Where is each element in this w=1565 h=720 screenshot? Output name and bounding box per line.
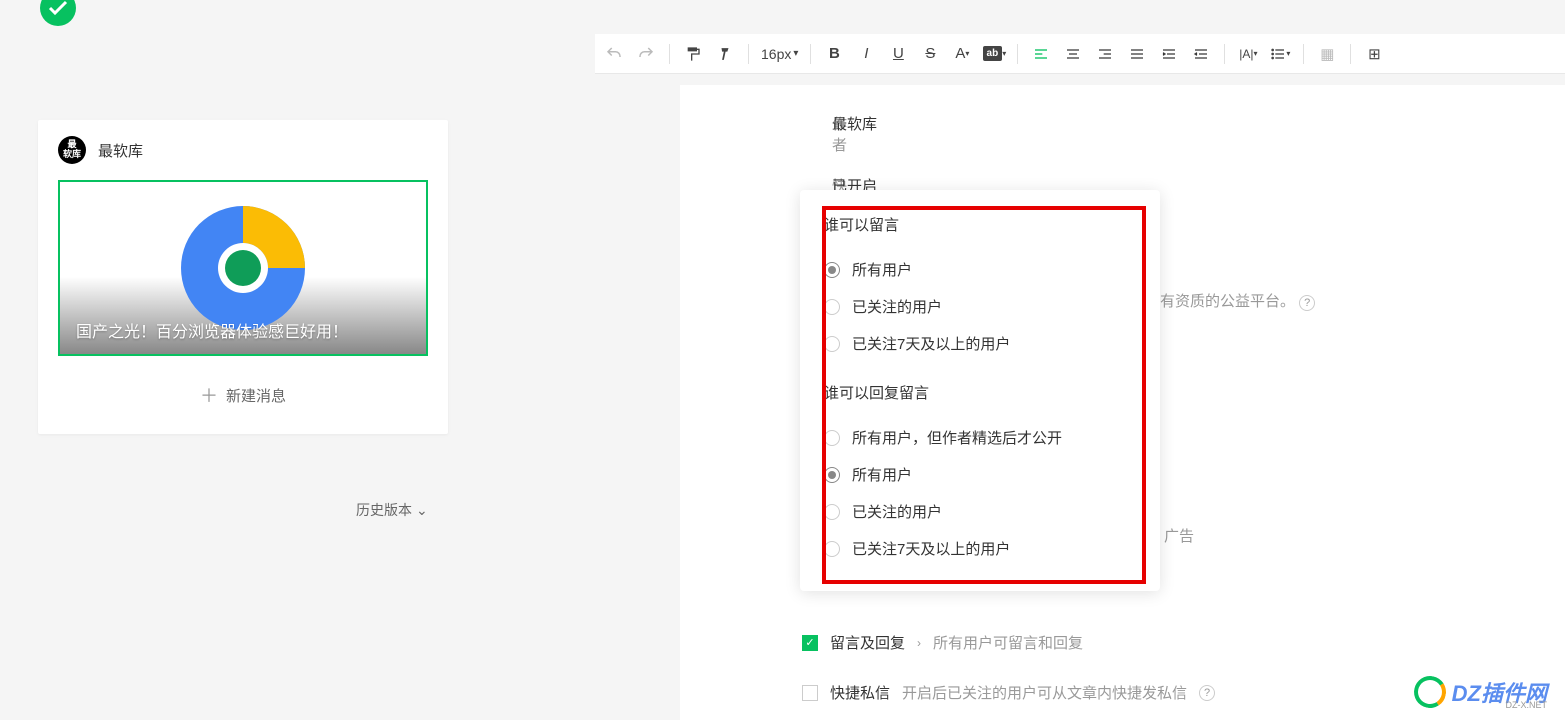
history-label: 历史版本 xyxy=(356,500,412,520)
who-reply-option-1[interactable]: 所有用户 xyxy=(824,456,1136,493)
separator xyxy=(1303,44,1304,64)
who-comment-option-1[interactable]: 已关注的用户 xyxy=(824,288,1136,325)
radio-icon xyxy=(824,336,840,352)
editor-toolbar: 16px ▾ B I U S A▾ ab▾ |A|▾ ▾ ▦ ⊞ xyxy=(595,34,1565,74)
quick-dm-setting-row[interactable]: 快捷私信 开启后已关注的用户可从文章内快捷发私信 ? xyxy=(802,682,1215,703)
side-text-ad: 广告 xyxy=(1164,525,1194,546)
separator xyxy=(669,44,670,64)
fontsize-select[interactable]: 16px ▾ xyxy=(757,46,802,62)
check-icon: ✓ xyxy=(805,636,814,649)
watermark: DZ插件网 DZ-X.NET xyxy=(1414,676,1547,708)
help-icon[interactable]: ? xyxy=(1199,685,1215,701)
radio-label: 已关注7天及以上的用户 xyxy=(852,333,1010,354)
separator xyxy=(810,44,811,64)
list-button[interactable]: ▾ xyxy=(1265,39,1295,69)
redo-button[interactable] xyxy=(631,39,661,69)
undo-button[interactable] xyxy=(599,39,629,69)
comment-desc: 所有用户可留言和回复 xyxy=(933,632,1083,653)
radio-label: 已关注的用户 xyxy=(852,501,942,522)
radio-icon xyxy=(824,430,840,446)
who-comment-option-0[interactable]: 所有用户 xyxy=(824,251,1136,288)
indent-button[interactable] xyxy=(1154,39,1184,69)
author-avatar: 最软库 xyxy=(58,136,86,164)
who-reply-option-0[interactable]: 所有用户，但作者精选后才公开 xyxy=(824,419,1136,456)
separator xyxy=(1350,44,1351,64)
radio-icon xyxy=(824,262,840,278)
font-color-button[interactable]: A▾ xyxy=(947,39,977,69)
comment-settings-popup: 谁可以留言 所有用户已关注的用户已关注7天及以上的用户 谁可以回复留言 所有用户… xyxy=(800,190,1160,591)
radio-label: 已关注7天及以上的用户 xyxy=(852,538,1010,559)
meta-author-label: 作者 xyxy=(680,113,832,155)
radio-label: 所有用户，但作者精选后才公开 xyxy=(852,427,1062,448)
help-icon[interactable]: ? xyxy=(1299,295,1315,311)
separator xyxy=(1224,44,1225,64)
separator xyxy=(748,44,749,64)
history-versions-link[interactable]: 历史版本 ⌄ xyxy=(356,500,428,520)
outdent-button[interactable] xyxy=(1186,39,1216,69)
comment-label: 留言及回复 xyxy=(830,632,905,653)
side-text-charity: 有资质的公益平台。 ? xyxy=(1160,290,1315,311)
new-message-button[interactable]: ＋ 新建消息 xyxy=(38,356,448,434)
watermark-sub: DZ-X.NET xyxy=(1506,700,1548,710)
align-center-button[interactable] xyxy=(1058,39,1088,69)
insert-button[interactable]: ⊞ xyxy=(1359,39,1389,69)
watermark-icon xyxy=(1411,673,1449,711)
line-height-button[interactable]: |A|▾ xyxy=(1233,39,1263,69)
radio-icon xyxy=(824,541,840,557)
who-can-reply-title: 谁可以回复留言 xyxy=(824,382,1136,403)
chevron-down-icon: ▾ xyxy=(793,48,798,59)
clear-format-button[interactable] xyxy=(710,39,740,69)
separator xyxy=(1017,44,1018,64)
fontsize-value: 16px xyxy=(761,46,791,62)
comment-checkbox[interactable]: ✓ xyxy=(802,635,818,651)
who-comment-option-2[interactable]: 已关注7天及以上的用户 xyxy=(824,325,1136,362)
app-logo xyxy=(40,0,76,26)
who-reply-option-3[interactable]: 已关注7天及以上的用户 xyxy=(824,530,1136,567)
who-reply-option-2[interactable]: 已关注的用户 xyxy=(824,493,1136,530)
chevron-down-icon: ⌄ xyxy=(416,502,428,519)
highlight-button[interactable]: ab▾ xyxy=(979,39,1009,69)
quick-dm-label: 快捷私信 xyxy=(830,682,890,703)
align-justify-button[interactable] xyxy=(1122,39,1152,69)
strikethrough-button[interactable]: S xyxy=(915,39,945,69)
quick-dm-desc: 开启后已关注的用户可从文章内快捷发私信 xyxy=(902,682,1187,703)
bold-button[interactable]: B xyxy=(819,39,849,69)
card-caption: 国产之光！百分浏览器体验感巨好用！ xyxy=(76,318,348,342)
browser-logo-icon xyxy=(178,203,308,333)
meta-author-row: 作者 最软库 xyxy=(680,103,1565,165)
radio-icon xyxy=(824,299,840,315)
meta-author-value: 最软库 xyxy=(832,113,877,155)
card-author: 最软库 xyxy=(98,140,143,161)
who-can-comment-title: 谁可以留言 xyxy=(824,214,1136,235)
chevron-right-icon: › xyxy=(917,636,921,650)
radio-icon xyxy=(824,504,840,520)
format-paint-button[interactable] xyxy=(678,39,708,69)
radio-icon xyxy=(824,467,840,483)
plus-icon: ＋ xyxy=(200,382,218,408)
radio-label: 所有用户 xyxy=(852,464,912,485)
card-preview-image[interactable]: 国产之光！百分浏览器体验感巨好用！ xyxy=(58,180,428,356)
quick-dm-checkbox[interactable] xyxy=(802,685,818,701)
align-right-button[interactable] xyxy=(1090,39,1120,69)
card-header: 最软库 最软库 xyxy=(38,120,448,180)
radio-label: 已关注的用户 xyxy=(852,296,942,317)
align-left-button[interactable] xyxy=(1026,39,1056,69)
radio-label: 所有用户 xyxy=(852,259,912,280)
article-card: 最软库 最软库 国产之光！百分浏览器体验感巨好用！ ＋ 新建消息 xyxy=(38,120,448,434)
underline-button[interactable]: U xyxy=(883,39,913,69)
more-format-button[interactable]: ▦ xyxy=(1312,39,1342,69)
comment-reply-setting-row[interactable]: ✓ 留言及回复 › 所有用户可留言和回复 xyxy=(802,632,1083,653)
italic-button[interactable]: I xyxy=(851,39,881,69)
new-message-label: 新建消息 xyxy=(226,385,286,406)
